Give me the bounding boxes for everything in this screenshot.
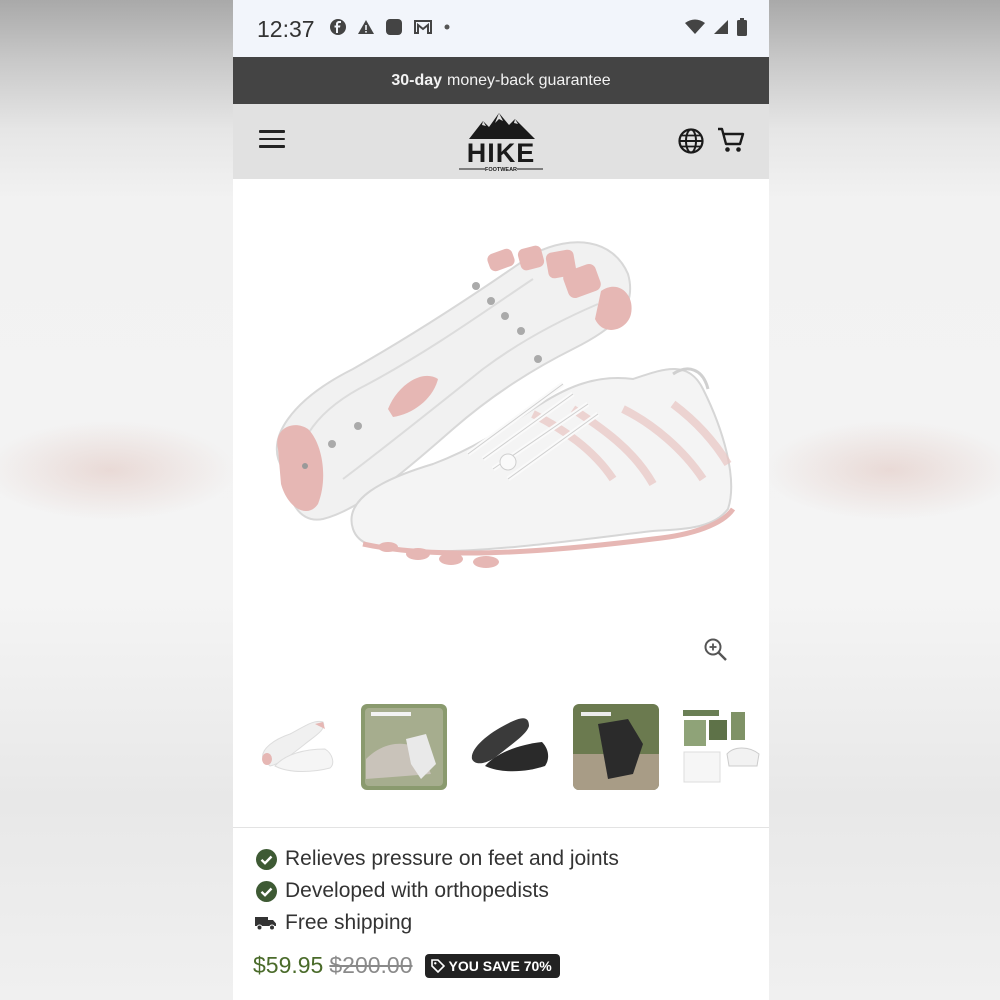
truck-icon [255,912,277,934]
feature-list: Relieves pressure on feet and joints Dev… [255,843,619,939]
announcement-text: money-back guarantee [447,71,611,89]
gmail-icon [414,20,432,34]
hamburger-menu-icon[interactable] [259,130,285,150]
check-circle-icon [255,880,277,902]
logo-text: HIKE [467,138,536,168]
hike-logo[interactable]: HIKE FOOTWEAR [455,109,547,175]
thumbnail-package-contents[interactable] [679,704,765,790]
app-square-icon [386,19,402,35]
announcement-bold: 30-day [391,71,443,89]
dot-icon [444,24,450,30]
phone-screen: 12:37 30-day money-back guarantee HIKE F… [233,0,769,1000]
compare-at-price: $200.00 [329,952,413,978]
signal-icon [714,20,728,34]
sale-price: $59.95 [253,952,324,978]
feature-item: Relieves pressure on feet and joints [255,843,619,875]
tag-icon [430,958,445,973]
save-badge-text: YOU SAVE 70% [448,957,552,974]
section-divider [233,827,769,828]
battery-icon [737,18,747,36]
feature-item: Free shipping [255,907,619,939]
cart-icon[interactable] [717,126,745,154]
notification-icons [329,18,451,36]
check-circle-icon [255,848,277,870]
shoe-illustration [275,241,736,568]
thumbnail-white-pink-shoes[interactable] [255,704,341,790]
thumbnail-outdoor-walking-photo[interactable] [573,704,659,790]
status-time: 12:37 [257,16,315,42]
announcement-bar: 30-day money-back guarantee [233,57,769,104]
globe-icon[interactable] [677,127,705,155]
status-bar: 12:37 [233,0,769,57]
save-badge: YOU SAVE 70% [424,953,560,978]
logo-subtext: FOOTWEAR [485,167,517,173]
thumbnail-strip [255,704,769,792]
price-row: $59.95 $200.00 YOU SAVE 70% [253,952,560,979]
feature-item: Developed with orthopedists [255,875,619,907]
system-icons [685,18,747,36]
thumbnail-black-shoes[interactable] [467,704,553,790]
feature-text: Relieves pressure on feet and joints [285,847,619,870]
site-header: HIKE FOOTWEAR [233,104,769,180]
zoom-in-icon[interactable] [703,637,729,663]
feature-text: Free shipping [285,911,413,934]
wifi-icon [685,19,705,34]
warning-icon [358,20,374,34]
product-main-image[interactable] [233,179,769,679]
facebook-icon [330,19,346,35]
thumbnail-stretching-feet-photo[interactable] [361,704,447,790]
feature-text: Developed with orthopedists [285,879,549,902]
